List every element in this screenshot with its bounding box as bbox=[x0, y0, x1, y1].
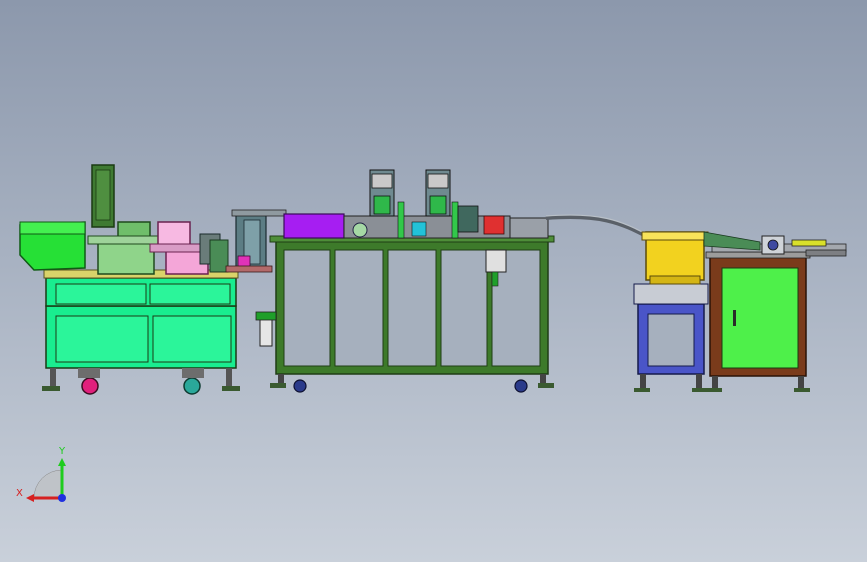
right-cabinet-foot-a bbox=[706, 388, 722, 392]
station-red-block bbox=[483, 215, 505, 235]
station-cyan-block bbox=[411, 221, 427, 237]
right-feeder-leg-a bbox=[640, 374, 646, 388]
center-foot-b bbox=[538, 383, 554, 388]
center-foot-a bbox=[270, 383, 286, 388]
left-cabinet-drawer-b bbox=[149, 283, 231, 305]
right-cabinet-leg-b bbox=[798, 376, 804, 388]
left-leg-a bbox=[50, 368, 56, 386]
left-hopper-top bbox=[19, 221, 86, 235]
center-caster-a bbox=[293, 379, 307, 393]
green-bowl-rim bbox=[87, 235, 159, 245]
station-pillar-a bbox=[397, 201, 405, 239]
center-cylinder-stem bbox=[491, 271, 499, 287]
right-output-bar bbox=[791, 239, 827, 247]
right-cabinet-handle bbox=[733, 310, 736, 326]
left-caster-a bbox=[81, 377, 99, 395]
left-foot-a bbox=[42, 386, 60, 391]
right-cabinet-leg-a bbox=[712, 376, 718, 388]
right-cabinet-top bbox=[705, 251, 811, 259]
left-foot-b bbox=[222, 386, 240, 391]
left-vibratory-feeder-unit bbox=[19, 164, 240, 395]
left-caster-mount-b bbox=[182, 368, 204, 378]
right-feeder-plate bbox=[633, 283, 709, 305]
cad-viewport[interactable]: X Y bbox=[0, 0, 867, 562]
right-feeder-stand-window bbox=[647, 313, 695, 367]
left-cabinet-panel-a bbox=[55, 315, 149, 363]
output-slide bbox=[509, 217, 549, 239]
press-station-b-head bbox=[427, 173, 449, 189]
transfer-rail bbox=[545, 214, 651, 240]
triad-x-label: X bbox=[16, 488, 23, 499]
right-feeder-bowl-rim bbox=[641, 231, 709, 241]
right-cabinet-unit bbox=[703, 231, 847, 392]
triad-x-arrow bbox=[26, 494, 34, 502]
left-caster-mount-a bbox=[78, 368, 100, 378]
assembly-drawing: X Y bbox=[16, 164, 847, 502]
green-bowl-body bbox=[97, 239, 155, 275]
center-leg-a bbox=[278, 374, 284, 384]
right-feeder-foot-a bbox=[634, 388, 650, 392]
center-caster-b bbox=[514, 379, 528, 393]
center-assembly-machine bbox=[255, 169, 555, 393]
coordinate-triad: X Y bbox=[16, 446, 66, 502]
triad-quadrant bbox=[33, 469, 63, 499]
triad-y-label: Y bbox=[58, 446, 66, 457]
filter-regulator-head bbox=[255, 311, 277, 321]
center-cylinder bbox=[485, 249, 507, 273]
station-gear-box bbox=[457, 205, 479, 233]
right-feeder-foot-b bbox=[692, 388, 708, 392]
left-caster-b bbox=[183, 377, 201, 395]
filter-regulator-body bbox=[259, 315, 273, 347]
left-leg-b bbox=[226, 368, 232, 386]
station-disc bbox=[352, 222, 368, 238]
press-station-a-head bbox=[371, 173, 393, 189]
center-frame-panel-1 bbox=[283, 249, 331, 367]
left-chute-slot bbox=[95, 169, 111, 221]
triad-y-arrow bbox=[58, 458, 66, 466]
center-frame-panel-4 bbox=[440, 249, 488, 367]
left-rail-support bbox=[209, 239, 229, 273]
transfer-base-plate bbox=[225, 265, 273, 273]
triad-z-axis bbox=[58, 494, 66, 502]
station-pillar-b bbox=[451, 201, 459, 239]
center-leg-b bbox=[540, 374, 546, 384]
transfer-top-bar bbox=[231, 209, 287, 217]
right-gear bbox=[767, 239, 779, 251]
center-frame-panel-2 bbox=[334, 249, 384, 367]
press-station-a-green bbox=[373, 195, 391, 215]
press-station-b-green bbox=[429, 195, 447, 215]
right-feeder-bowl-base bbox=[649, 275, 701, 285]
center-frame-panel-3 bbox=[387, 249, 437, 367]
purple-block bbox=[283, 213, 345, 239]
right-output-tray bbox=[805, 249, 847, 257]
left-cabinet-panel-b bbox=[152, 315, 232, 363]
right-cabinet-foot-b bbox=[794, 388, 810, 392]
left-cabinet-drawer-a bbox=[55, 283, 147, 305]
right-feeder-leg-b bbox=[696, 374, 702, 388]
right-vibratory-feeder bbox=[633, 231, 709, 392]
